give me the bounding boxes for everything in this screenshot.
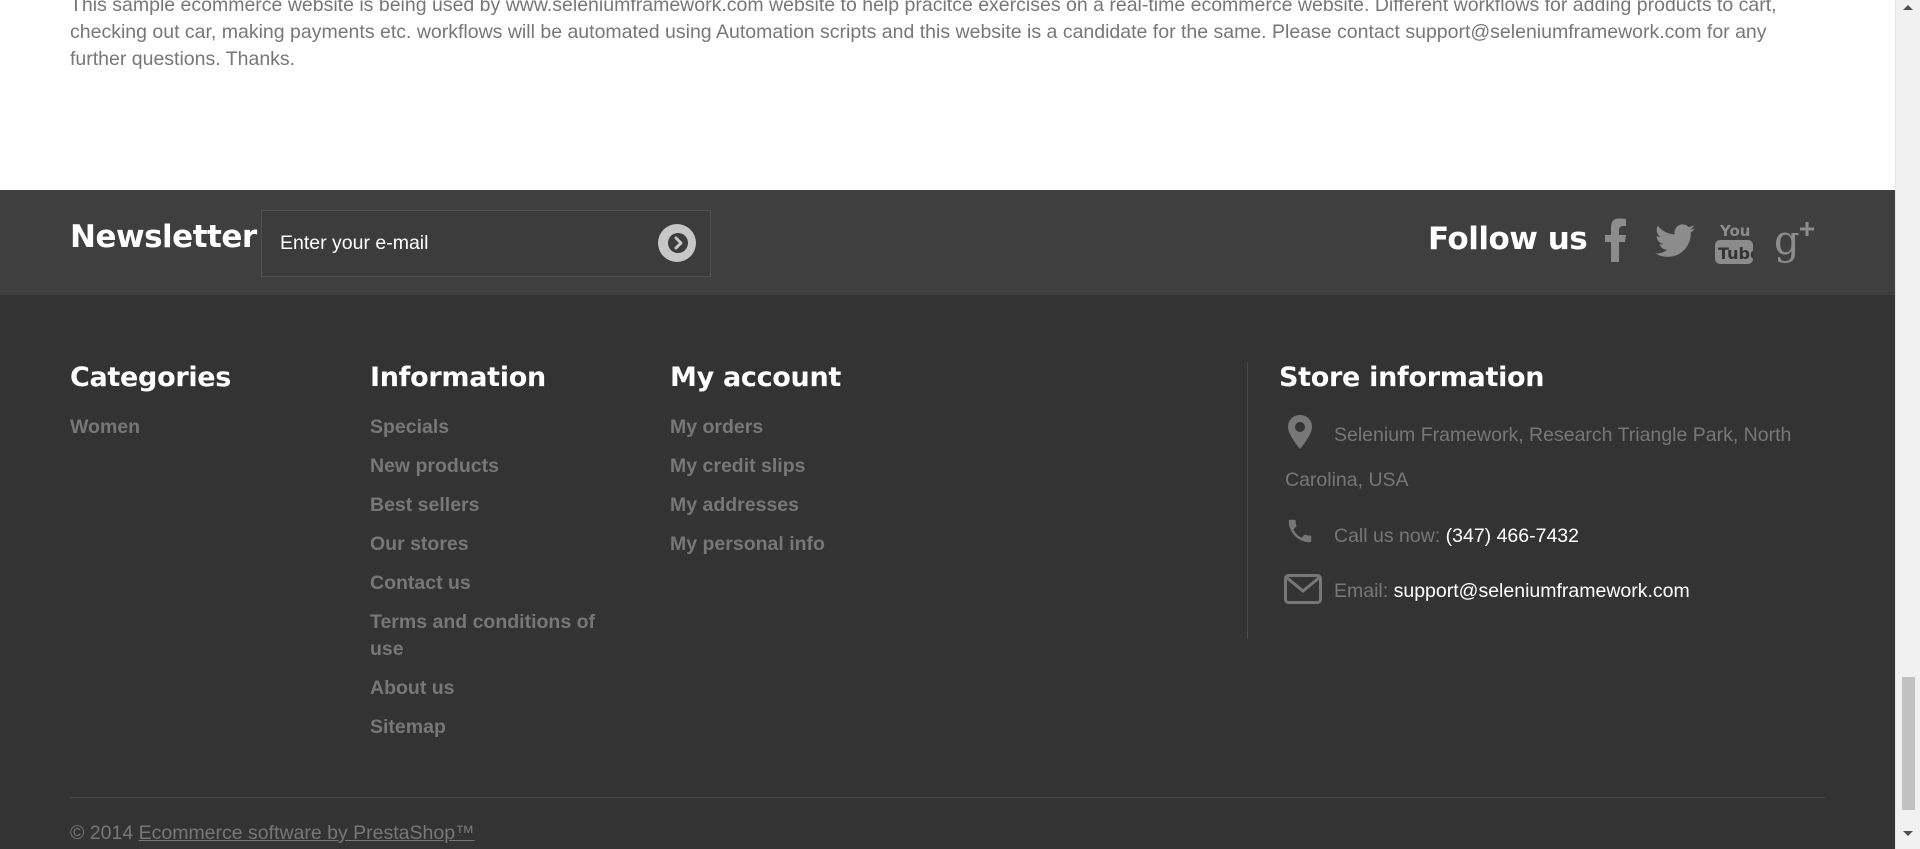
store-address-line1: Selenium Framework, Research Triangle Pa… (1334, 424, 1792, 446)
follow-us-title: Follow us (1428, 221, 1588, 257)
category-item-women[interactable]: Women (70, 414, 140, 441)
map-marker-icon (1288, 415, 1312, 449)
google-plus-link[interactable]: g (1774, 220, 1816, 266)
info-item-contact-us[interactable]: Contact us (370, 570, 610, 597)
phone-value: (347) 466-7432 (1445, 525, 1579, 547)
categories-list: Women (70, 414, 140, 453)
copyright: © 2014 Ecommerce software by PrestaShop™ (70, 822, 475, 845)
facebook-icon (1605, 218, 1626, 262)
facebook-link[interactable] (1603, 218, 1627, 262)
email-value[interactable]: support@seleniumframework.com (1394, 580, 1690, 602)
prestashop-link[interactable]: Ecommerce software by PrestaShop™ (139, 822, 475, 844)
copyright-prefix: © 2014 (70, 822, 139, 844)
google-plus-icon: g (1774, 220, 1814, 264)
store-email: Email: support@seleniumframework.com (1334, 578, 1690, 605)
footer-bottom-divider (70, 797, 1825, 798)
newsletter-email-input[interactable] (280, 211, 640, 276)
newsletter-submit-button[interactable] (658, 224, 696, 262)
youtube-link[interactable]: You Tube (1715, 220, 1753, 264)
twitter-icon (1655, 224, 1695, 257)
my-account-list: My orders My credit slips My addresses M… (670, 414, 825, 570)
envelope-icon (1284, 574, 1322, 604)
information-title: Information (370, 362, 546, 393)
phone-label: Call us now: (1334, 525, 1446, 547)
email-label: Email: (1334, 580, 1394, 602)
newsletter-title: Newsletter (70, 219, 257, 255)
store-phone: Call us now: (347) 466-7432 (1334, 523, 1579, 550)
store-divider (1247, 362, 1248, 639)
info-item-our-stores[interactable]: Our stores (370, 531, 610, 558)
store-info-title: Store information (1279, 362, 1545, 393)
account-item-orders[interactable]: My orders (670, 414, 825, 441)
info-item-new-products[interactable]: New products (370, 453, 610, 480)
scroll-down-arrow-icon[interactable] (1903, 831, 1913, 836)
newsletter-form (261, 210, 711, 277)
footer (0, 295, 1895, 849)
svg-text:Tube: Tube (1718, 244, 1753, 263)
twitter-link[interactable] (1655, 224, 1695, 258)
intro-text: This sample ecommerce website is being u… (70, 0, 1777, 70)
info-item-sitemap[interactable]: Sitemap (370, 714, 610, 741)
svg-text:You: You (1719, 222, 1750, 240)
info-item-about-us[interactable]: About us (370, 675, 610, 702)
info-item-specials[interactable]: Specials (370, 414, 610, 441)
my-account-title: My account (670, 362, 841, 393)
account-item-personal-info[interactable]: My personal info (670, 531, 825, 558)
scroll-up-arrow-icon[interactable] (1903, 5, 1913, 10)
store-address-line2: Carolina, USA (1285, 469, 1409, 491)
page: This sample ecommerce website is being u… (0, 0, 1895, 849)
info-item-best-sellers[interactable]: Best sellers (370, 492, 610, 519)
categories-title: Categories (70, 362, 232, 393)
account-item-addresses[interactable]: My addresses (670, 492, 825, 519)
info-item-terms[interactable]: Terms and conditions of use (370, 609, 610, 663)
phone-icon (1288, 519, 1312, 543)
youtube-icon: You Tube (1715, 222, 1753, 264)
svg-text:g: g (1774, 220, 1800, 264)
scrollbar-thumb[interactable] (1902, 677, 1915, 810)
account-item-credit-slips[interactable]: My credit slips (670, 453, 825, 480)
information-list: Specials New products Best sellers Our s… (370, 414, 610, 753)
chevron-right-icon (668, 233, 688, 253)
page-scrollbar[interactable] (1895, 0, 1920, 849)
